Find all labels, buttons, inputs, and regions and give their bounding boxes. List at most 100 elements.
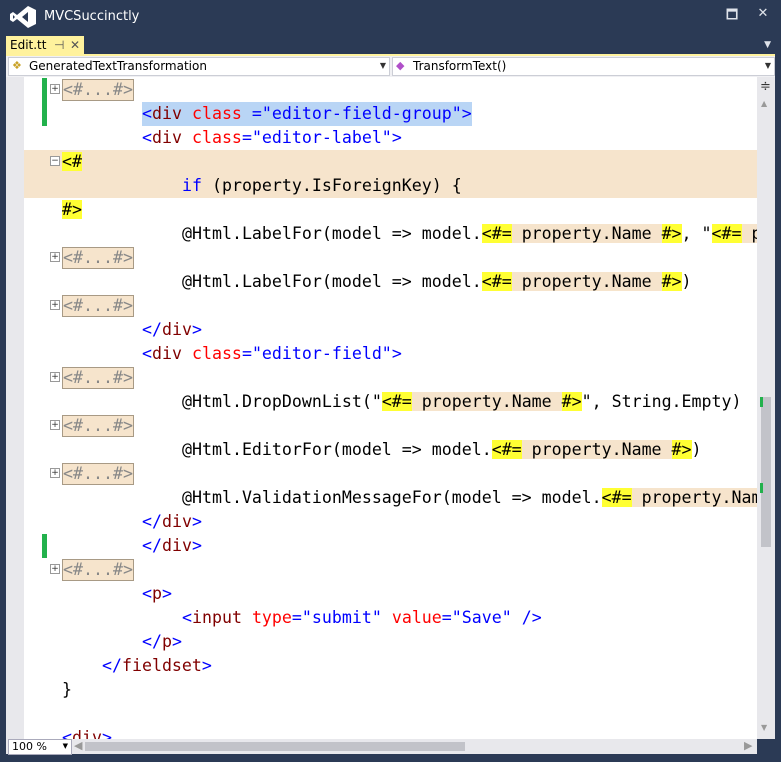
code-line[interactable]: if (property.IsForeignKey) {	[24, 174, 757, 198]
expand-icon[interactable]: +	[50, 252, 60, 262]
code-token: <	[182, 608, 192, 627]
code-text: <#...#>	[62, 78, 134, 102]
code-line[interactable]: @Html.LabelFor(model => model.<#= proper…	[24, 270, 757, 294]
collapsed-block[interactable]: <#...#>	[62, 415, 134, 437]
t4-tag: #>	[62, 200, 82, 219]
code-line[interactable]: @Html.ValidationMessageFor(model => mode…	[24, 486, 757, 510]
collapsed-block[interactable]: <#...#>	[62, 295, 134, 317]
horizontal-scroll-thumb[interactable]	[85, 742, 465, 751]
code-line[interactable]: </div>	[24, 534, 757, 558]
code-token: =	[241, 344, 252, 363]
vertical-scroll-thumb[interactable]	[761, 397, 771, 547]
expand-icon[interactable]: +	[50, 300, 60, 310]
code-text: <div class="editor-label">	[142, 126, 402, 150]
expand-icon[interactable]: +	[50, 420, 60, 430]
code-line[interactable]: }	[24, 678, 757, 702]
code-line[interactable]: #>	[24, 198, 757, 222]
code-line[interactable]	[24, 702, 757, 726]
t4-tag: #>	[661, 224, 682, 243]
code-line[interactable]: </fieldset>	[24, 654, 757, 678]
split-handle-icon[interactable]: ≑	[760, 79, 771, 94]
code-token: @Html.LabelFor(model => model.	[182, 272, 482, 291]
code-token: <	[142, 344, 152, 363]
code-line[interactable]: <div class="editor-label">	[24, 126, 757, 150]
code-token: >	[101, 728, 112, 739]
scroll-up-icon[interactable]: ▲	[761, 99, 767, 108]
type-combo-value: GeneratedTextTransformation	[29, 59, 207, 73]
expand-icon[interactable]: +	[50, 372, 60, 382]
code-text: @Html.LabelFor(model => model.<#= proper…	[182, 270, 692, 294]
code-line[interactable]: @Html.LabelFor(model => model.<#= proper…	[24, 222, 757, 246]
code-token: >	[191, 320, 202, 339]
collapsed-block[interactable]: <#...#>	[62, 463, 134, 485]
code-line[interactable]: <div>	[24, 726, 757, 739]
expand-icon[interactable]: +	[50, 564, 60, 574]
code-line[interactable]: @Html.DropDownList("<#= property.Name #>…	[24, 390, 757, 414]
code-text: </div>	[142, 534, 202, 558]
collapsed-block[interactable]: <#...#>	[62, 367, 134, 389]
code-line[interactable]: + <#...#>	[24, 414, 757, 438]
t4-tag: <#	[62, 152, 82, 171]
visual-studio-logo-icon	[10, 6, 36, 28]
code-line[interactable]: </p>	[24, 630, 757, 654]
code-line[interactable]: <div class="editor-field">	[24, 342, 757, 366]
code-token: property.Name	[511, 272, 662, 291]
collapse-icon[interactable]: −	[50, 156, 60, 166]
code-line[interactable]: <div class ="editor-field-group">	[24, 102, 757, 126]
expand-icon[interactable]: +	[50, 84, 60, 94]
zoom-combo[interactable]: 100 % ▼	[8, 739, 72, 755]
window-title: MVCSuccinctly	[44, 9, 140, 24]
member-combo[interactable]: ◆ TransformText() ▼	[392, 57, 775, 76]
code-token: >	[391, 128, 402, 147]
code-token: class	[181, 344, 242, 363]
code-token: (property.IsForeignKey) {	[201, 176, 462, 195]
t4-tag: <#=	[491, 440, 522, 459]
collapsed-block[interactable]: <#...#>	[62, 247, 134, 269]
scroll-right-icon[interactable]: ▶	[744, 739, 752, 752]
chevron-down-icon: ▼	[62, 742, 68, 750]
collapsed-block[interactable]: <#...#>	[62, 559, 134, 581]
code-text: <#...#>	[62, 462, 134, 486]
code-line[interactable]: − <#	[24, 150, 757, 174]
code-token: property.Name	[521, 440, 672, 459]
code-text: </div>	[142, 318, 202, 342]
maximize-icon[interactable]: 🗖	[722, 6, 742, 28]
code-token: , "	[681, 224, 712, 243]
code-text: <#	[62, 150, 82, 174]
code-line[interactable]: @Html.EditorFor(model => model.<#= prope…	[24, 438, 757, 462]
code-editor[interactable]: + <#...#> <div class ="editor-field-group"…	[24, 77, 757, 739]
scroll-down-icon[interactable]: ▼	[761, 723, 767, 732]
collapsed-block[interactable]: <#...#>	[62, 79, 134, 101]
code-text: @Html.EditorFor(model => model.<#= prope…	[182, 438, 702, 462]
change-marker	[42, 534, 47, 558]
code-line[interactable]: <input type="submit" value="Save" />	[24, 606, 757, 630]
scroll-left-icon[interactable]: ◀	[74, 739, 82, 752]
code-line[interactable]: + <#...#>	[24, 462, 757, 486]
code-line[interactable]: + <#...#>	[24, 366, 757, 390]
code-line[interactable]: + <#...#>	[24, 78, 757, 102]
code-line[interactable]: </div>	[24, 510, 757, 534]
code-text: @Html.ValidationMessageFor(model => mode…	[182, 486, 757, 510]
code-token: div	[152, 344, 182, 363]
close-icon[interactable]: ✕	[753, 6, 773, 21]
code-line[interactable]: <p>	[24, 582, 757, 606]
tab-edit-tt[interactable]: Edit.tt ⊣ ✕	[6, 36, 84, 55]
code-token: "editor-field"	[251, 344, 392, 363]
t4-tag: <#=	[381, 392, 412, 411]
tab-overflow-dropdown-icon[interactable]: ▼	[764, 40, 771, 50]
code-token: >	[191, 536, 202, 555]
pin-icon[interactable]: ⊣	[54, 38, 64, 52]
type-combo[interactable]: ❖ GeneratedTextTransformation ▼	[8, 57, 390, 76]
indicator-margin	[6, 77, 24, 739]
t4-tag: <#=	[601, 488, 632, 507]
horizontal-scrollbar[interactable]: 100 % ▼ ◀ ▶	[6, 739, 757, 755]
expand-icon[interactable]: +	[50, 468, 60, 478]
code-line[interactable]: </div>	[24, 318, 757, 342]
code-token: @Html.LabelFor(model => model.	[182, 224, 482, 243]
code-line[interactable]: + <#...#>	[24, 246, 757, 270]
code-token: @Html.DropDownList("	[182, 392, 382, 411]
code-line[interactable]: + <#...#>	[24, 558, 757, 582]
vertical-scrollbar[interactable]: ≑ ▲ ▼	[757, 77, 775, 739]
close-tab-icon[interactable]: ✕	[70, 38, 80, 52]
code-line[interactable]: + <#...#>	[24, 294, 757, 318]
